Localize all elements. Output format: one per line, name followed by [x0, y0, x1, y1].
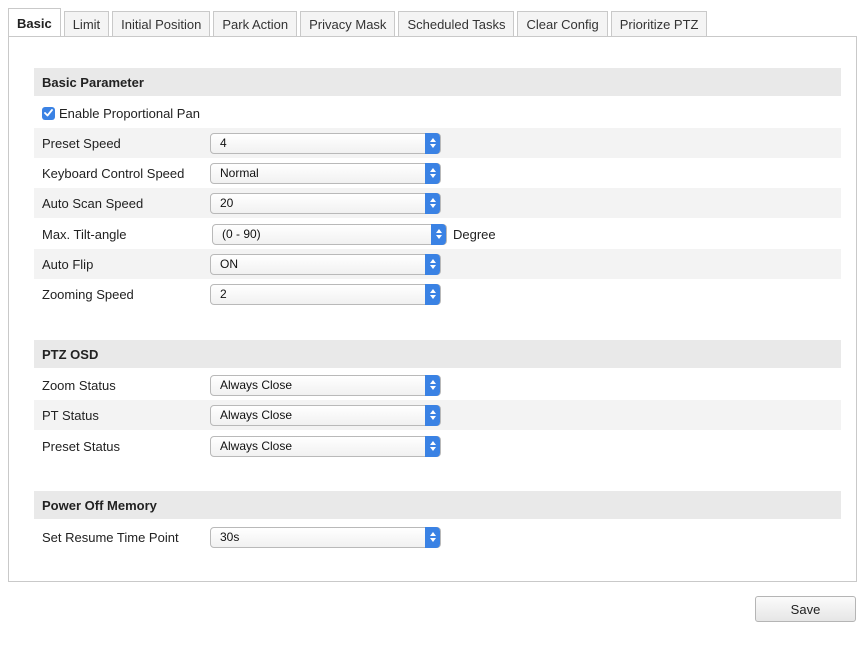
tab-prioritize-ptz[interactable]: Prioritize PTZ	[610, 11, 708, 37]
preset-status-label: Preset Status	[42, 438, 121, 454]
keyboard-control-speed-label: Keyboard Control Speed	[42, 165, 185, 181]
max-tilt-angle-value: (0 - 90)	[222, 227, 261, 241]
set-resume-time-point-label: Set Resume Time Point	[42, 529, 179, 545]
row-zooming-speed: Zooming Speed 2	[34, 279, 841, 309]
preset-speed-label: Preset Speed	[42, 135, 121, 151]
tab-initial-position[interactable]: Initial Position	[112, 11, 211, 37]
preset-speed-value: 4	[220, 136, 227, 150]
max-tilt-angle-unit: Degree	[453, 226, 496, 242]
section-header-power-off-memory: Power Off Memory	[34, 491, 841, 519]
select-stepper-icon	[431, 223, 446, 245]
row-set-resume-time-point: Set Resume Time Point 30s	[34, 522, 841, 552]
keyboard-control-speed-select[interactable]: Normal	[210, 162, 441, 184]
row-preset-status: Preset Status Always Close	[34, 431, 841, 461]
zoom-status-select[interactable]: Always Close	[210, 374, 441, 396]
pt-status-label: PT Status	[42, 407, 99, 423]
tab-clear-config[interactable]: Clear Config	[517, 11, 608, 37]
zoom-status-label: Zoom Status	[42, 377, 116, 393]
select-stepper-icon	[425, 374, 440, 396]
enable-proportional-pan-checkbox[interactable]	[42, 106, 55, 120]
auto-flip-value: ON	[220, 257, 238, 271]
select-stepper-icon	[425, 435, 440, 457]
select-stepper-icon	[425, 404, 440, 426]
preset-status-select[interactable]: Always Close	[210, 435, 441, 457]
row-pt-status: PT Status Always Close	[34, 400, 841, 430]
row-zoom-status: Zoom Status Always Close	[34, 370, 841, 400]
select-stepper-icon	[425, 162, 440, 184]
max-tilt-angle-label: Max. Tilt-angle	[42, 226, 127, 242]
row-auto-flip: Auto Flip ON	[34, 249, 841, 279]
select-stepper-icon	[425, 283, 440, 305]
select-stepper-icon	[425, 192, 440, 214]
row-keyboard-control-speed: Keyboard Control Speed Normal	[34, 158, 841, 188]
select-stepper-icon	[425, 132, 440, 154]
pt-status-select[interactable]: Always Close	[210, 404, 441, 426]
keyboard-control-speed-value: Normal	[220, 166, 259, 180]
auto-scan-speed-value: 20	[220, 196, 234, 210]
row-max-tilt-angle: Max. Tilt-angle (0 - 90) Degree	[34, 219, 841, 249]
tab-basic[interactable]: Basic	[8, 8, 61, 38]
auto-flip-label: Auto Flip	[42, 256, 94, 272]
settings-panel: Basic Parameter Enable Proportional Pan …	[8, 36, 857, 582]
pt-status-value: Always Close	[220, 408, 293, 422]
checkmark-icon	[44, 109, 53, 117]
auto-scan-speed-label: Auto Scan Speed	[42, 195, 144, 211]
max-tilt-angle-select[interactable]: (0 - 90)	[212, 223, 447, 245]
tab-scheduled-tasks[interactable]: Scheduled Tasks	[398, 11, 515, 37]
section-header-basic-parameter: Basic Parameter	[34, 68, 841, 96]
row-preset-speed: Preset Speed 4	[34, 128, 841, 158]
select-stepper-icon	[425, 526, 440, 548]
tab-limit[interactable]: Limit	[63, 11, 110, 37]
save-button[interactable]: Save	[755, 596, 856, 622]
enable-proportional-pan-label: Enable Proportional Pan	[59, 105, 200, 121]
auto-flip-select[interactable]: ON	[210, 253, 441, 275]
preset-status-value: Always Close	[220, 439, 293, 453]
row-enable-proportional-pan: Enable Proportional Pan	[34, 98, 841, 128]
section-header-ptz-osd: PTZ OSD	[34, 340, 841, 368]
row-auto-scan-speed: Auto Scan Speed 20	[34, 188, 841, 218]
tab-bar: Basic Limit Initial Position Park Action…	[8, 7, 710, 38]
auto-scan-speed-select[interactable]: 20	[210, 192, 441, 214]
select-stepper-icon	[425, 253, 440, 275]
zooming-speed-value: 2	[220, 287, 227, 301]
set-resume-time-point-value: 30s	[220, 530, 240, 544]
zooming-speed-select[interactable]: 2	[210, 283, 441, 305]
preset-speed-select[interactable]: 4	[210, 132, 441, 154]
set-resume-time-point-select[interactable]: 30s	[210, 526, 441, 548]
tab-park-action[interactable]: Park Action	[213, 11, 298, 37]
tab-privacy-mask[interactable]: Privacy Mask	[300, 11, 396, 37]
zooming-speed-label: Zooming Speed	[42, 286, 134, 302]
zoom-status-value: Always Close	[220, 378, 293, 392]
